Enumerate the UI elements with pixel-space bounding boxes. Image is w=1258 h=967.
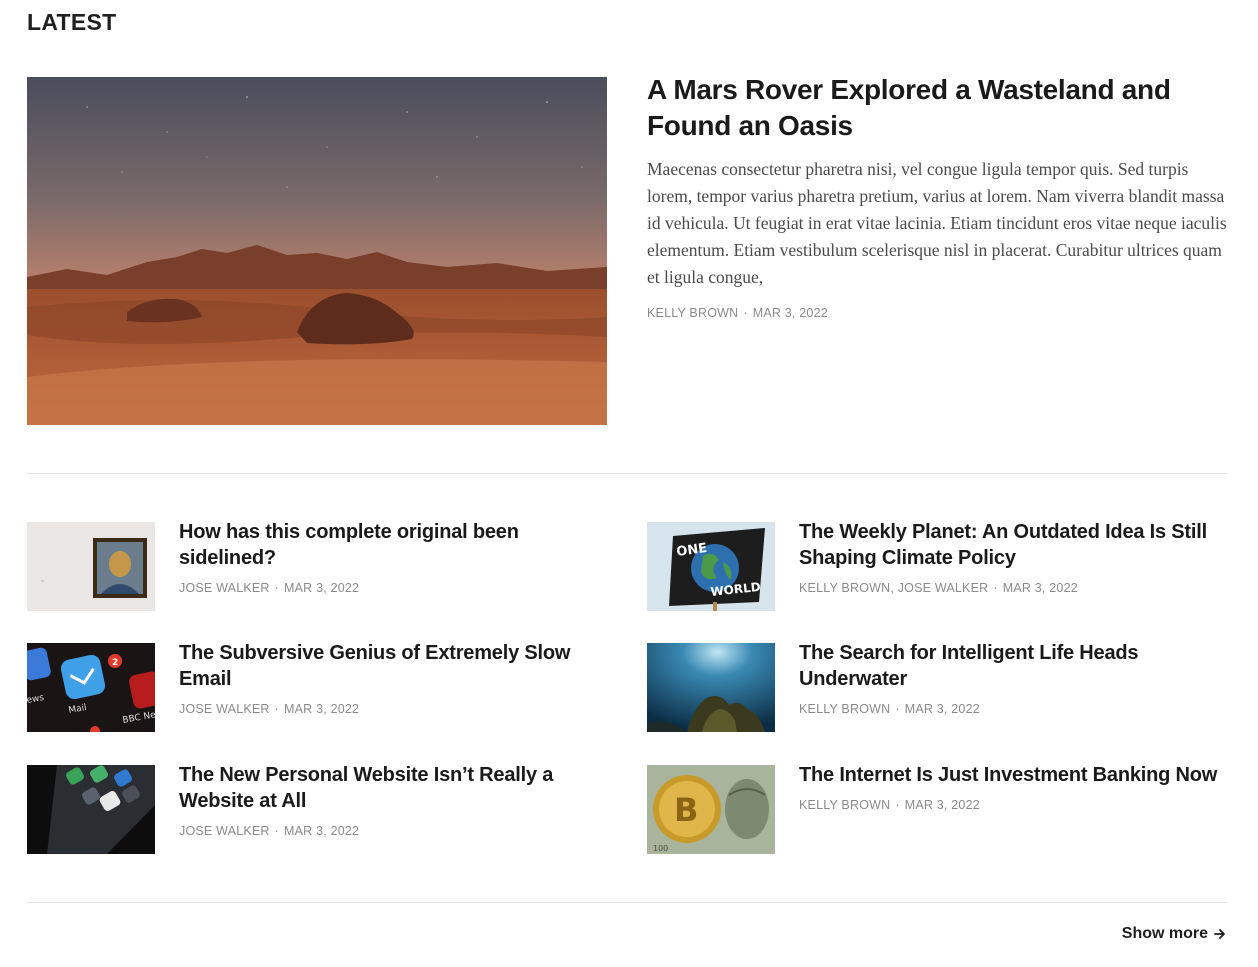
post-date: MAR 3, 2022 bbox=[284, 581, 360, 595]
list-item: The New Personal Website Isn’t Really a … bbox=[27, 764, 612, 855]
framed-portrait-image bbox=[27, 522, 155, 611]
post-title[interactable]: The Subversive Genius of Extremely Slow … bbox=[179, 640, 619, 692]
post-date: MAR 3, 2022 bbox=[284, 702, 360, 716]
svg-text:B: B bbox=[674, 791, 698, 829]
meta-separator: · bbox=[274, 702, 280, 716]
section-title: LATEST bbox=[27, 9, 117, 35]
post-meta: KELLY BROWN · MAR 3, 2022 bbox=[799, 798, 1239, 812]
post-date: MAR 3, 2022 bbox=[752, 306, 828, 320]
author-link[interactable]: JOSE WALKER bbox=[179, 581, 270, 595]
list-item: ONE WORLD The Weekly Planet: An Outdated… bbox=[647, 521, 1232, 612]
list-item: 2 Mail BBC Ne ews The Subversive Genius … bbox=[27, 642, 612, 733]
list-item: B 100 The Internet Is Just Investment Ba… bbox=[647, 764, 1232, 855]
show-more-label: Show more bbox=[1121, 925, 1208, 942]
featured-image[interactable] bbox=[27, 77, 607, 425]
post-meta: JOSE WALKER · MAR 3, 2022 bbox=[179, 824, 619, 838]
phone-mail-apps-image: 2 Mail BBC Ne ews bbox=[27, 643, 155, 732]
list-item: How has this complete original been side… bbox=[27, 521, 612, 612]
arrow-right-icon bbox=[1214, 929, 1225, 939]
meta-separator: · bbox=[895, 702, 900, 716]
post-title[interactable]: The New Personal Website Isn’t Really a … bbox=[179, 762, 619, 814]
post-title[interactable]: The Internet Is Just Investment Banking … bbox=[799, 762, 1239, 788]
meta-separator: · bbox=[993, 581, 998, 595]
list-item: The Search for Intelligent Life Heads Un… bbox=[647, 642, 1232, 733]
post-title[interactable]: The Search for Intelligent Life Heads Un… bbox=[799, 640, 1239, 692]
post-date: MAR 3, 2022 bbox=[1002, 581, 1078, 595]
post-thumbnail[interactable] bbox=[647, 643, 775, 732]
meta-separator: · bbox=[743, 306, 748, 320]
divider bbox=[27, 473, 1227, 474]
svg-text:100: 100 bbox=[653, 844, 668, 853]
one-world-sign-image: ONE WORLD bbox=[647, 522, 775, 611]
author-link[interactable]: KELLY BROWN, JOSE WALKER bbox=[799, 581, 988, 595]
bitcoin-dollar-image: B 100 bbox=[647, 765, 775, 854]
post-title[interactable]: How has this complete original been side… bbox=[179, 519, 619, 571]
post-thumbnail[interactable]: B 100 bbox=[647, 765, 775, 854]
post-meta: JOSE WALKER · MAR 3, 2022 bbox=[179, 702, 619, 716]
post-title[interactable]: The Weekly Planet: An Outdated Idea Is S… bbox=[799, 519, 1239, 571]
post-date: MAR 3, 2022 bbox=[904, 798, 980, 812]
svg-text:2: 2 bbox=[112, 658, 118, 668]
featured-meta: KELLY BROWN · MAR 3, 2022 bbox=[647, 306, 1232, 320]
author-link[interactable]: KELLY BROWN bbox=[647, 306, 738, 320]
phone-dark-apps-image bbox=[27, 765, 155, 854]
post-thumbnail[interactable]: 2 Mail BBC Ne ews bbox=[27, 643, 155, 732]
divider bbox=[27, 902, 1227, 903]
author-link[interactable]: KELLY BROWN bbox=[799, 798, 890, 812]
meta-separator: · bbox=[895, 798, 900, 812]
featured-excerpt: Maecenas consectetur pharetra nisi, vel … bbox=[647, 159, 1227, 287]
featured-title[interactable]: A Mars Rover Explored a Wasteland and Fo… bbox=[647, 72, 1232, 144]
post-thumbnail[interactable]: ONE WORLD bbox=[647, 522, 775, 611]
desert-landscape-image bbox=[27, 77, 607, 425]
meta-separator: · bbox=[274, 581, 280, 595]
author-link[interactable]: KELLY BROWN bbox=[799, 702, 890, 716]
author-link[interactable]: JOSE WALKER bbox=[179, 824, 270, 838]
post-meta: KELLY BROWN · MAR 3, 2022 bbox=[799, 702, 1239, 716]
meta-separator: · bbox=[274, 824, 280, 838]
post-meta: JOSE WALKER · MAR 3, 2022 bbox=[179, 581, 619, 595]
underwater-reef-image bbox=[647, 643, 775, 732]
post-date: MAR 3, 2022 bbox=[904, 702, 980, 716]
post-meta: KELLY BROWN, JOSE WALKER · MAR 3, 2022 bbox=[799, 581, 1239, 595]
featured-article: A Mars Rover Explored a Wasteland and Fo… bbox=[647, 72, 1232, 320]
author-link[interactable]: JOSE WALKER bbox=[179, 702, 270, 716]
show-more-button[interactable]: Show more bbox=[1122, 925, 1227, 943]
post-thumbnail[interactable] bbox=[27, 765, 155, 854]
post-thumbnail[interactable] bbox=[27, 522, 155, 611]
post-date: MAR 3, 2022 bbox=[284, 824, 360, 838]
